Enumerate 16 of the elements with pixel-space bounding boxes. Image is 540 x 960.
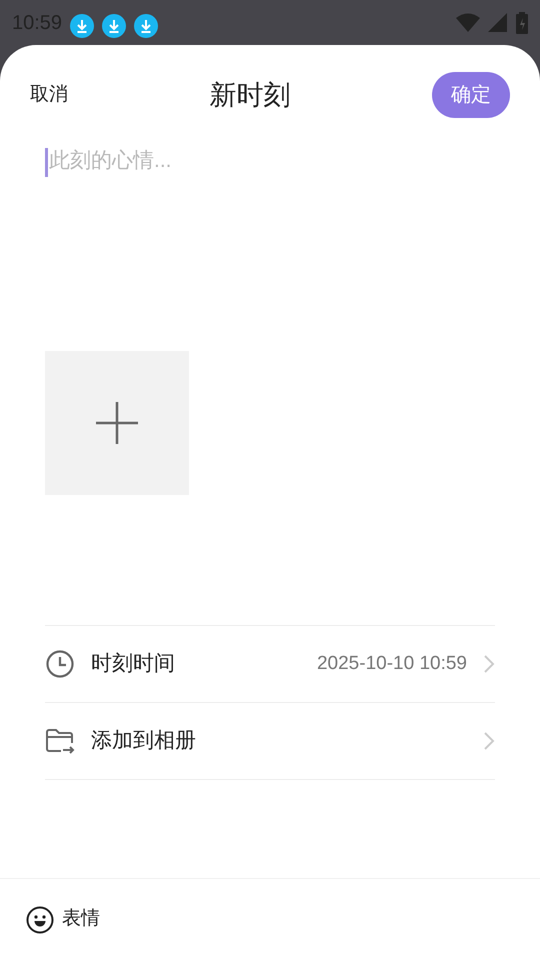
smiley-icon[interactable] — [26, 906, 54, 934]
emoji-label[interactable]: 表情 — [62, 905, 100, 934]
settings-row[interactable]: 时刻时间 2025-10-10 10:59 — [45, 626, 495, 703]
row-value: 2025-10-10 10:59 — [316, 652, 467, 676]
chevron-icon — [483, 654, 495, 674]
page-title: 新时刻 — [210, 78, 290, 112]
chevron-icon — [483, 731, 495, 751]
row-label: 时刻时间 — [91, 651, 175, 678]
plus-icon — [95, 401, 139, 445]
row-label: 添加到相册 — [91, 728, 196, 754]
clock-icon — [45, 649, 75, 679]
text-cursor — [45, 148, 48, 177]
confirm-button[interactable]: 确定 — [432, 72, 510, 118]
settings-row[interactable]: 添加到相册 — [45, 703, 495, 780]
cancel-button[interactable]: 取消 — [30, 80, 68, 110]
folder-arrow-icon — [45, 726, 75, 756]
